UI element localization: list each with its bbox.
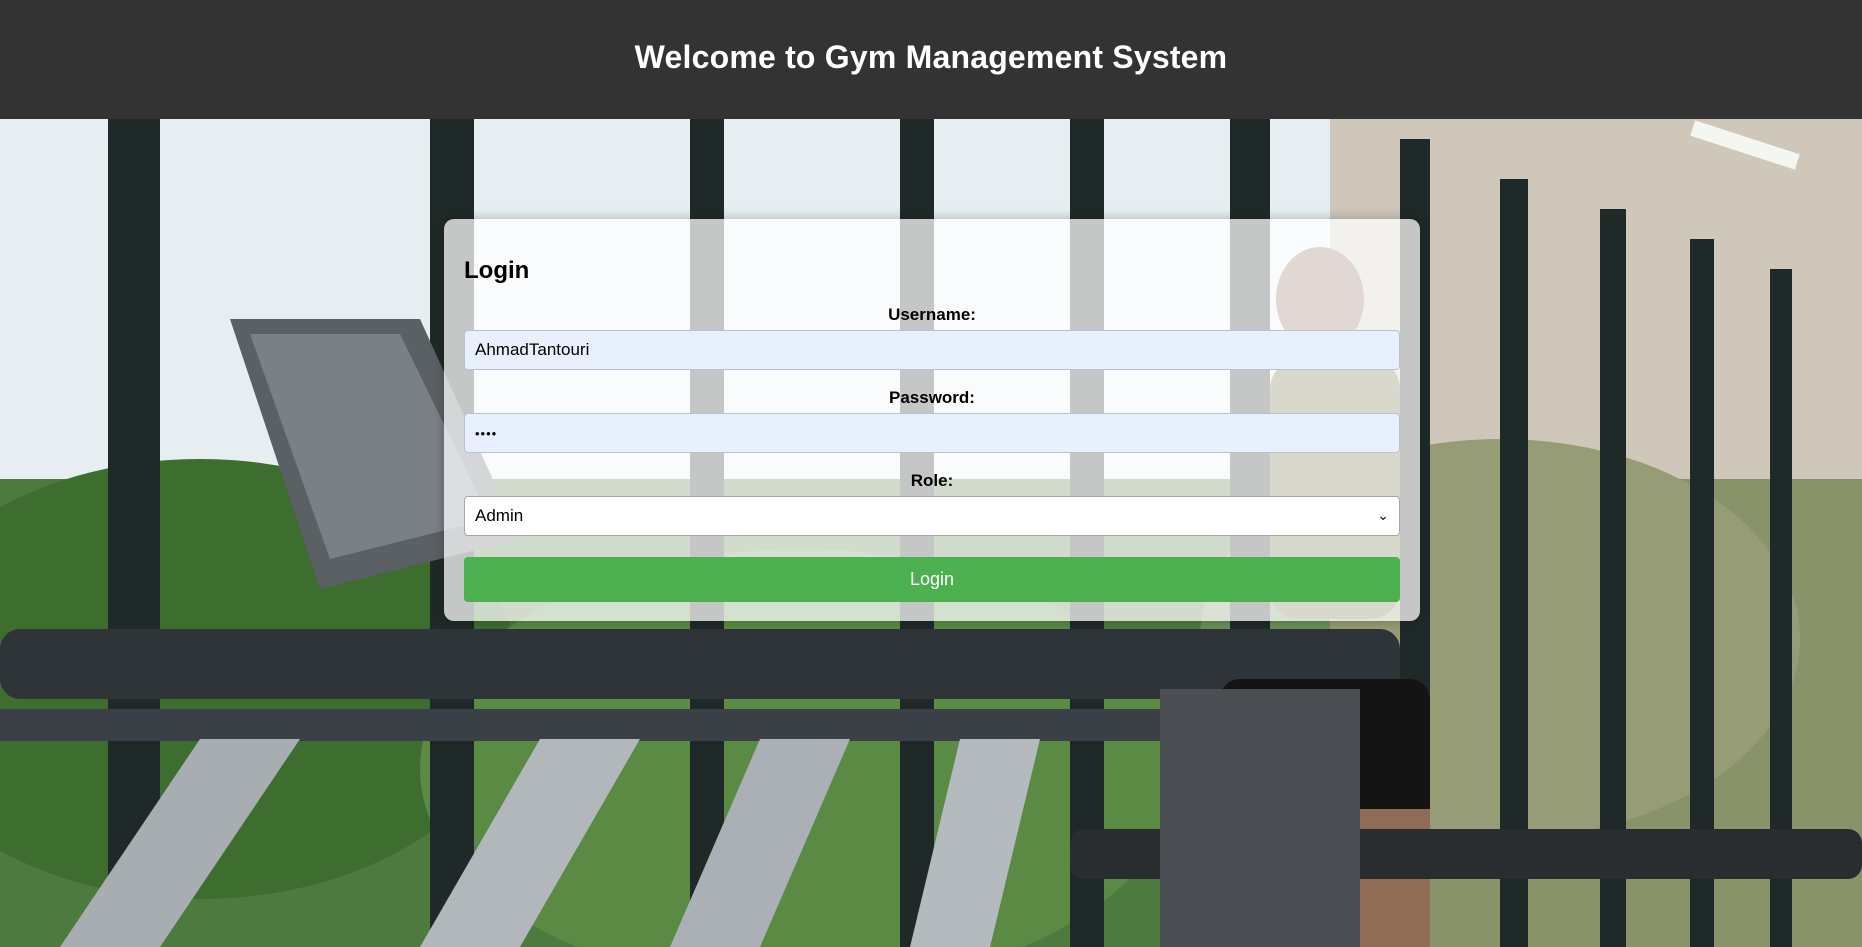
username-input[interactable]: AhmadTantouri xyxy=(464,330,1400,370)
chevron-down-icon: ⌄ xyxy=(1377,506,1389,523)
username-label: Username: xyxy=(888,305,976,324)
login-heading: Login xyxy=(464,257,530,284)
page-header: Welcome to Gym Management System xyxy=(0,0,1862,119)
username-value: AhmadTantouri xyxy=(475,340,590,359)
role-label: Role: xyxy=(910,471,954,490)
login-card: Login Username: AhmadTantouri Password: … xyxy=(444,219,1420,621)
role-select[interactable]: Admin ⌄ xyxy=(464,496,1400,536)
password-value: •••• xyxy=(475,425,498,441)
role-selected-value: Admin xyxy=(475,506,524,525)
password-input[interactable]: •••• xyxy=(464,413,1400,453)
password-label: Password: xyxy=(889,388,975,407)
page-title: Welcome to Gym Management System xyxy=(634,39,1228,75)
login-button[interactable]: Login xyxy=(464,557,1400,602)
